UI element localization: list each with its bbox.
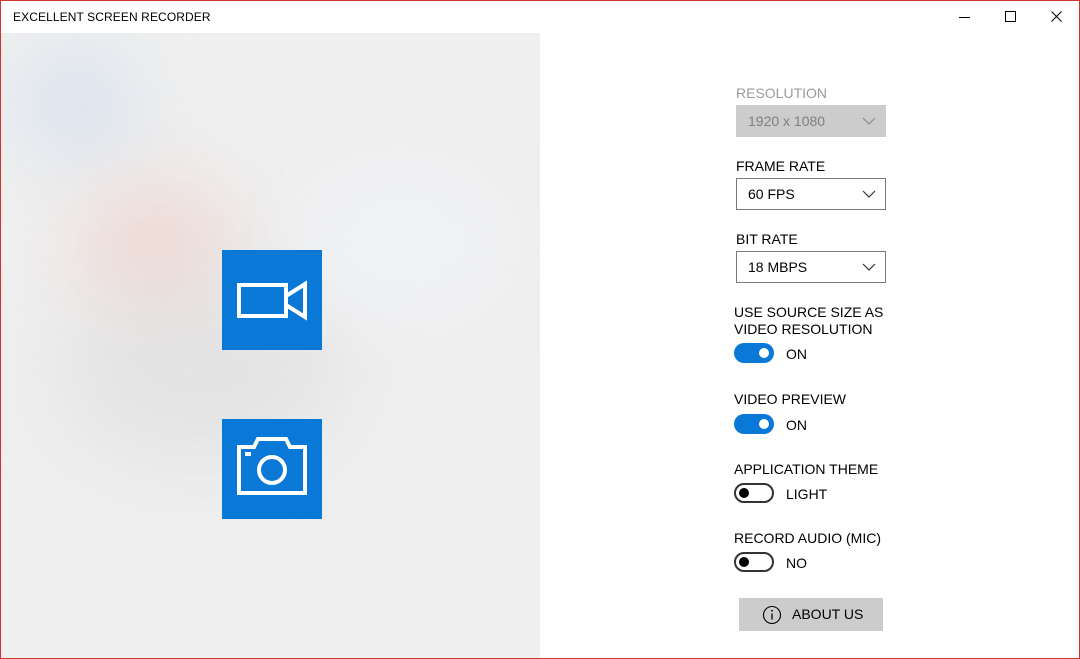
frame-rate-value: 60 FPS bbox=[748, 186, 795, 202]
preview-pane bbox=[1, 33, 540, 658]
preview-blur bbox=[301, 173, 501, 313]
app-title: EXCELLENT SCREEN RECORDER bbox=[13, 10, 211, 24]
title-bar: EXCELLENT SCREEN RECORDER bbox=[1, 1, 1079, 33]
use-source-size-label-line1: USE SOURCE SIZE AS bbox=[734, 304, 884, 320]
app-window: EXCELLENT SCREEN RECORDER RESOLUTION 192… bbox=[0, 0, 1080, 659]
video-preview-toggle[interactable] bbox=[734, 414, 774, 434]
frame-rate-dropdown[interactable]: 60 FPS bbox=[736, 178, 886, 210]
bit-rate-label: BIT RATE bbox=[736, 231, 798, 247]
bit-rate-dropdown[interactable]: 18 MBPS bbox=[736, 251, 886, 283]
frame-rate-label: FRAME RATE bbox=[736, 158, 826, 174]
close-icon bbox=[1051, 11, 1062, 22]
record-audio-state: NO bbox=[786, 555, 807, 571]
info-icon bbox=[762, 605, 782, 625]
about-us-button[interactable]: ABOUT US bbox=[739, 598, 883, 631]
app-theme-state: LIGHT bbox=[786, 486, 828, 502]
screenshot-button[interactable] bbox=[222, 419, 322, 519]
use-source-size-label-line2: VIDEO RESOLUTION bbox=[734, 321, 873, 337]
resolution-dropdown[interactable]: 1920 x 1080 bbox=[736, 105, 886, 137]
toggle-knob bbox=[759, 348, 769, 358]
chevron-down-icon bbox=[862, 263, 876, 271]
preview-blur bbox=[21, 53, 131, 153]
record-button[interactable] bbox=[222, 250, 322, 350]
chevron-down-icon bbox=[862, 190, 876, 198]
chevron-down-icon bbox=[862, 117, 876, 125]
about-us-label: ABOUT US bbox=[792, 606, 864, 622]
minimize-icon bbox=[959, 17, 970, 18]
settings-panel: RESOLUTION 1920 x 1080 FRAME RATE 60 FPS… bbox=[540, 33, 1079, 658]
video-preview-label: VIDEO PREVIEW bbox=[734, 391, 847, 407]
minimize-button[interactable] bbox=[942, 1, 988, 33]
photo-camera-icon bbox=[237, 437, 307, 495]
maximize-icon bbox=[1005, 11, 1016, 22]
close-button[interactable] bbox=[1034, 1, 1079, 33]
use-source-size-state: ON bbox=[786, 346, 807, 362]
bit-rate-value: 18 MBPS bbox=[748, 259, 808, 275]
toggle-knob bbox=[739, 557, 749, 567]
toggle-knob bbox=[739, 488, 749, 498]
maximize-button[interactable] bbox=[988, 1, 1034, 33]
app-theme-toggle[interactable] bbox=[734, 483, 774, 503]
video-preview-state: ON bbox=[786, 417, 807, 433]
video-camera-icon bbox=[237, 280, 307, 321]
resolution-value: 1920 x 1080 bbox=[748, 113, 826, 129]
toggle-knob bbox=[759, 419, 769, 429]
use-source-size-toggle[interactable] bbox=[734, 343, 774, 363]
record-audio-label: RECORD AUDIO (MIC) bbox=[734, 530, 881, 546]
app-theme-label: APPLICATION THEME bbox=[734, 461, 879, 477]
resolution-label: RESOLUTION bbox=[736, 85, 828, 101]
record-audio-toggle[interactable] bbox=[734, 552, 774, 572]
